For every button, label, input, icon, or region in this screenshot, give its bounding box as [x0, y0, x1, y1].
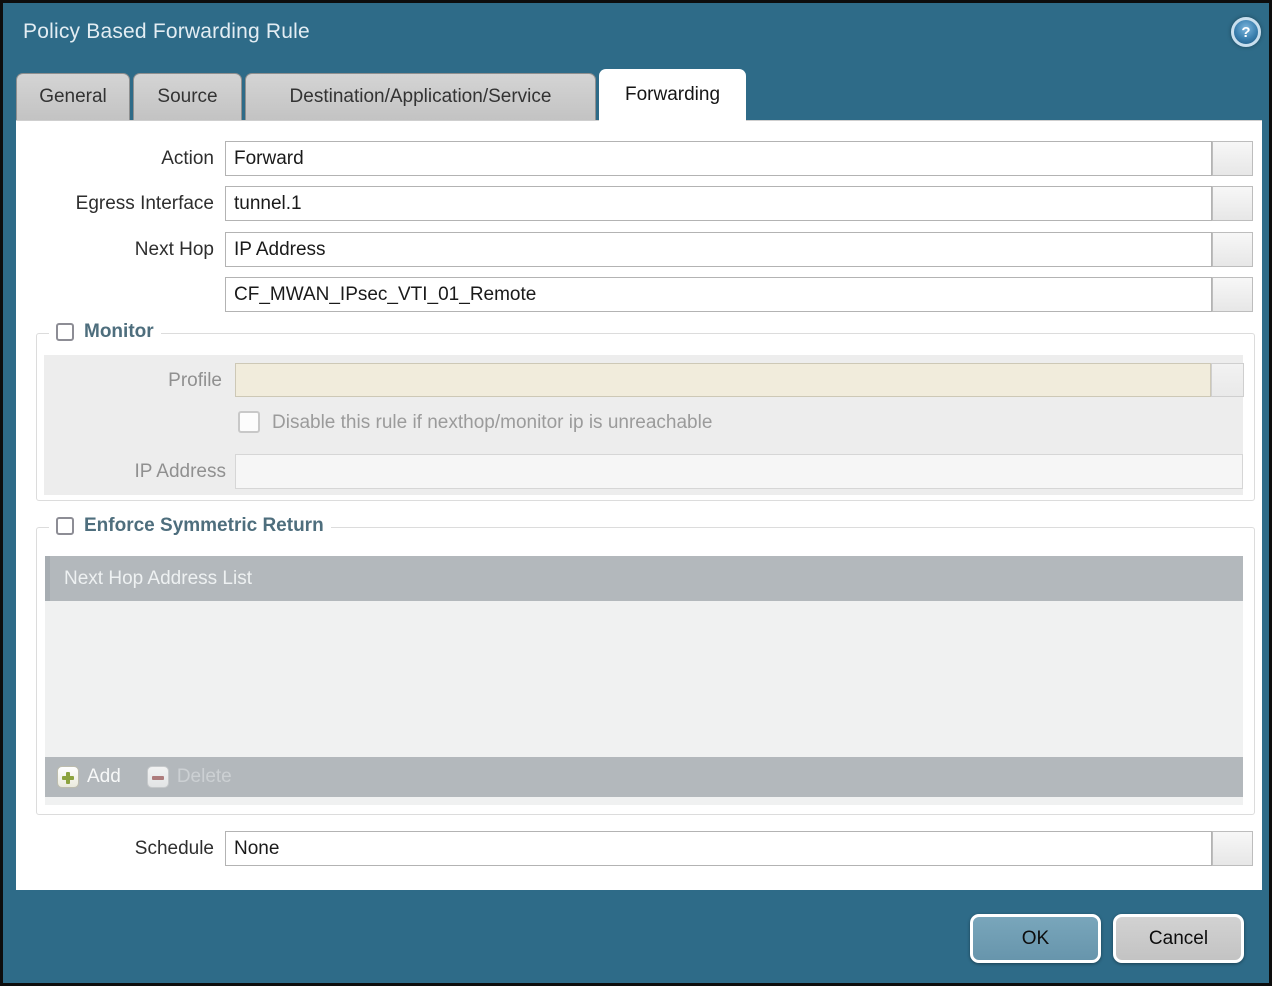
disable-rule-label: Disable this rule if nexthop/monitor ip … [272, 410, 712, 435]
next-hop-address-list-body[interactable] [45, 601, 1243, 757]
disable-rule-checkbox [238, 411, 260, 433]
add-button[interactable]: Add [57, 766, 121, 788]
schedule-input[interactable] [225, 831, 1212, 866]
help-icon[interactable]: ? [1231, 17, 1261, 47]
tab-destination-application-service[interactable]: Destination/Application/Service [245, 73, 596, 120]
next-hop-address-list-toolbar: Add Delete [45, 757, 1243, 797]
cancel-button[interactable]: Cancel [1113, 914, 1244, 963]
next-hop-address-list-table: Next Hop Address List Add Delete [45, 556, 1243, 805]
profile-label: Profile [44, 363, 222, 398]
action-label: Action [16, 141, 214, 176]
profile-input [235, 363, 1211, 397]
profile-dropdown-button [1211, 363, 1244, 397]
tab-source[interactable]: Source [133, 73, 242, 120]
ok-button[interactable]: OK [970, 914, 1101, 963]
tab-bar: General Source Destination/Application/S… [16, 73, 746, 121]
tab-general[interactable]: General [16, 73, 130, 120]
next-hop-address-dropdown-button[interactable] [1212, 277, 1253, 312]
minus-icon [147, 766, 169, 788]
next-hop-type-dropdown-button[interactable] [1212, 232, 1253, 267]
dialog-title: Policy Based Forwarding Rule [23, 20, 310, 44]
delete-button: Delete [147, 766, 232, 788]
next-hop-address-list-header: Next Hop Address List [45, 556, 1243, 601]
enforce-legend: Enforce Symmetric Return [49, 515, 331, 537]
enforce-symmetric-return-fieldset: Enforce Symmetric Return Next Hop Addres… [36, 527, 1255, 815]
egress-interface-input[interactable] [225, 186, 1212, 221]
egress-interface-label: Egress Interface [16, 186, 214, 221]
monitor-fieldset: Monitor Profile Disable this rule if nex… [36, 333, 1255, 501]
next-hop-address-input[interactable] [225, 277, 1212, 312]
enforce-symmetric-return-checkbox[interactable] [56, 517, 74, 535]
tab-forwarding[interactable]: Forwarding [599, 69, 746, 121]
action-dropdown-button[interactable] [1212, 141, 1253, 176]
plus-icon [57, 766, 79, 788]
action-input[interactable] [225, 141, 1212, 176]
schedule-dropdown-button[interactable] [1212, 831, 1253, 866]
monitor-legend: Monitor [49, 321, 161, 343]
monitor-ip-address-label: IP Address [44, 454, 226, 489]
next-hop-label: Next Hop [16, 232, 214, 267]
add-button-label: Add [87, 766, 121, 788]
pbf-rule-dialog: Policy Based Forwarding Rule ? General S… [0, 0, 1272, 986]
forwarding-tab-panel: Action Egress Interface Next Hop [16, 120, 1262, 890]
monitor-ip-address-input [235, 454, 1243, 489]
schedule-label: Schedule [16, 831, 214, 866]
monitor-legend-label: Monitor [84, 321, 154, 343]
monitor-panel: Profile Disable this rule if nexthop/mon… [44, 355, 1243, 495]
enforce-legend-label: Enforce Symmetric Return [84, 515, 324, 537]
next-hop-type-input[interactable] [225, 232, 1212, 267]
monitor-checkbox[interactable] [56, 323, 74, 341]
delete-button-label: Delete [177, 766, 232, 788]
egress-interface-dropdown-button[interactable] [1212, 186, 1253, 221]
